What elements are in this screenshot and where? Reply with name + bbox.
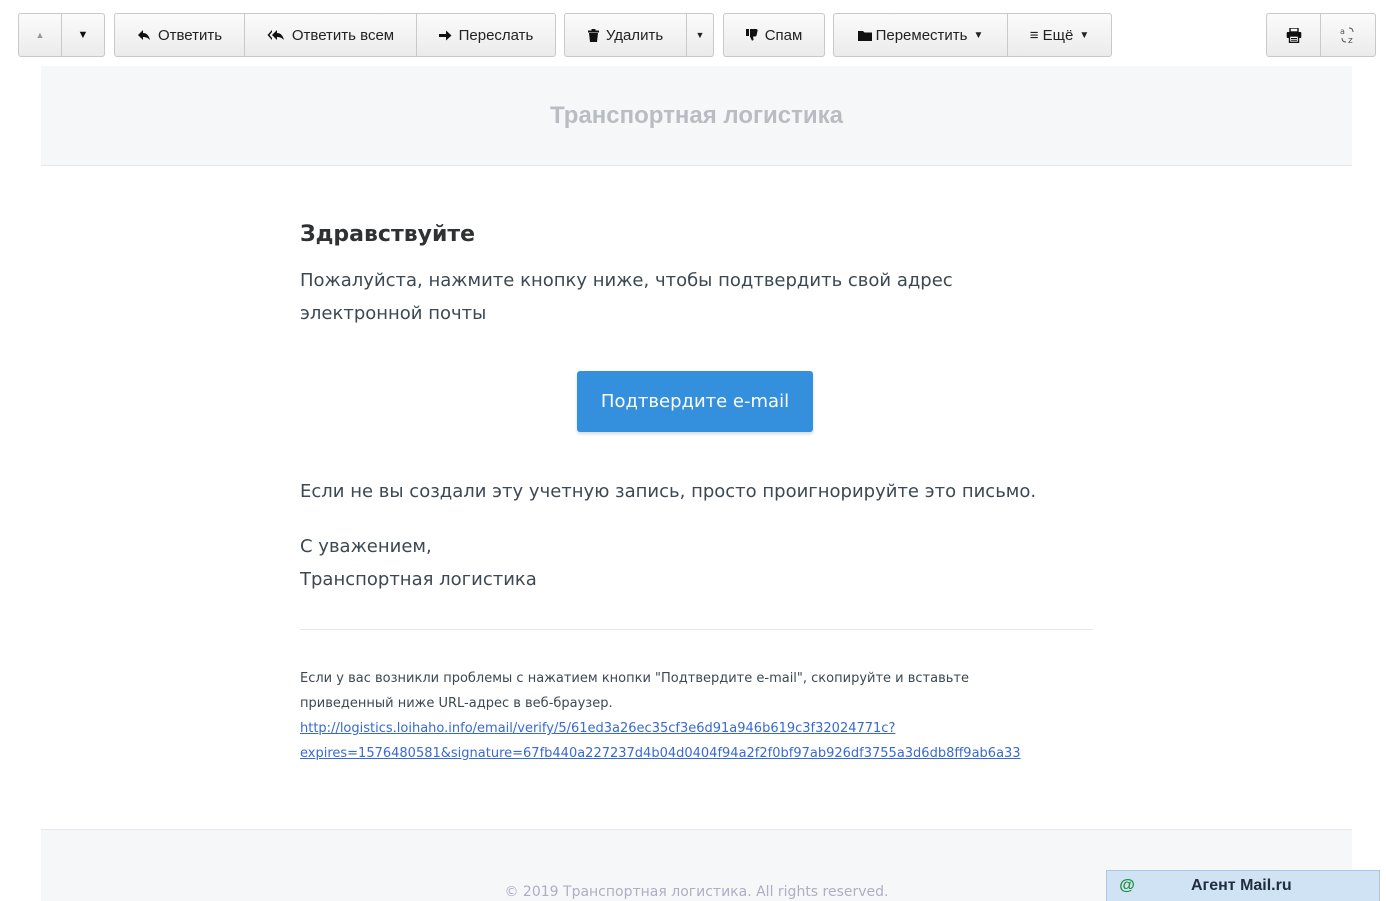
utility-group: az [1266, 13, 1376, 57]
verify-url-line-2: expires=1576480581&signature=67fb440a227… [300, 746, 1021, 761]
arrow-up-icon: ▲ [35, 30, 45, 40]
reply-group: Ответить Ответить всем Переслать [114, 13, 556, 57]
agent-label: Агент Mail.ru [1191, 877, 1292, 894]
printer-icon [1286, 27, 1302, 43]
verify-url-line-1: http://logistics.loihaho.info/email/veri… [300, 721, 896, 736]
previous-message-button[interactable]: ▲ [19, 14, 62, 56]
more-button[interactable]: ≡ Ещё ▼ [1008, 14, 1111, 56]
translate-icon: az [1340, 26, 1356, 44]
spam-group: Спам [723, 13, 825, 57]
chevron-down-icon: ▼ [973, 29, 984, 41]
email-header: Транспортная логистика [41, 66, 1352, 166]
delete-label: Удалить [605, 26, 664, 44]
more-label: ≡ Ещё [1029, 26, 1074, 44]
reply-all-button[interactable]: Ответить всем [245, 14, 417, 56]
next-message-button[interactable]: ▼ [62, 14, 104, 56]
navigation-group: ▲ ▼ [18, 13, 105, 57]
content-divider [300, 629, 1093, 630]
delete-button[interactable]: Удалить [565, 14, 687, 56]
confirm-email-button[interactable]: Подтвердите e-mail [577, 371, 813, 432]
spam-button[interactable]: Спам [724, 14, 824, 56]
chevron-down-icon: ▼ [695, 30, 705, 40]
spam-label: Спам [764, 26, 803, 44]
svg-text:a: a [1340, 27, 1345, 36]
svg-text:z: z [1348, 36, 1353, 44]
delete-group: Удалить ▼ [564, 13, 714, 57]
move-label: Переместить [875, 26, 968, 44]
subcopy-line-2: приведенный ниже URL-адрес в веб-браузер… [300, 696, 613, 711]
move-group: Переместить ▼ ≡ Ещё ▼ [833, 13, 1112, 57]
delete-options-button[interactable]: ▼ [687, 14, 713, 56]
subcopy-line-1: Если у вас возникли проблемы с нажатием … [300, 671, 969, 686]
chevron-down-icon: ▼ [1079, 29, 1090, 41]
folder-icon [857, 30, 872, 41]
print-button[interactable] [1267, 14, 1321, 56]
forward-arrow-icon [438, 30, 452, 41]
reply-label: Ответить [157, 26, 223, 44]
regards-line-1: С уважением, [300, 536, 432, 557]
forward-button[interactable]: Переслать [417, 14, 555, 56]
greeting-heading: Здравствуйте [300, 222, 476, 247]
regards-line-2: Транспортная логистика [300, 569, 537, 590]
mail-toolbar: ▲ ▼ Ответить Ответить всем Переслать Уда… [0, 0, 1386, 66]
agent-at-icon: @ [1119, 877, 1135, 894]
reply-button[interactable]: Ответить [115, 14, 245, 56]
subcopy: Если у вас возникли проблемы с нажатием … [300, 666, 1100, 766]
reply-icon [137, 29, 151, 41]
intro-line-2: электронной почты [300, 303, 487, 324]
translate-button[interactable]: az [1321, 14, 1375, 56]
thumbs-down-icon [745, 29, 758, 41]
ignore-notice: Если не вы создали эту учетную запись, п… [300, 481, 1037, 502]
agent-mailru-bar[interactable]: @ Агент Mail.ru [1106, 870, 1380, 901]
move-button[interactable]: Переместить ▼ [834, 14, 1008, 56]
reply-all-icon [267, 29, 285, 41]
reply-all-label: Ответить всем [291, 26, 395, 44]
forward-label: Переслать [458, 26, 534, 44]
header-brand[interactable]: Транспортная логистика [550, 102, 843, 130]
intro-line-1: Пожалуйста, нажмите кнопку ниже, чтобы п… [300, 270, 953, 291]
arrow-down-icon: ▼ [77, 29, 89, 41]
trash-icon [587, 28, 599, 42]
verify-url-link[interactable]: http://logistics.loihaho.info/email/veri… [300, 716, 1100, 766]
